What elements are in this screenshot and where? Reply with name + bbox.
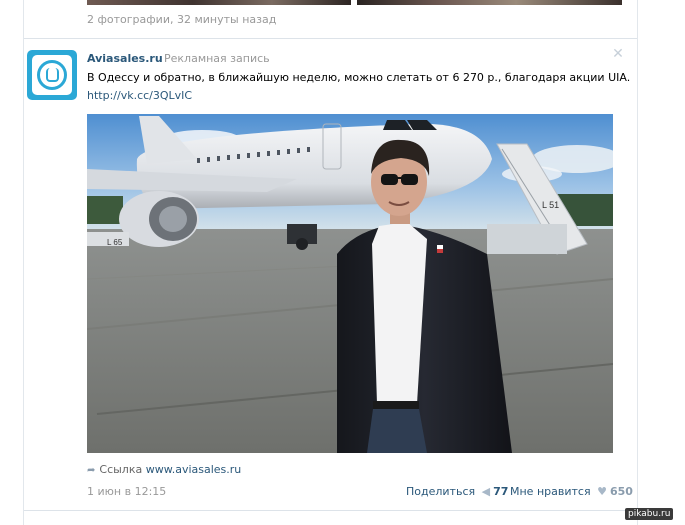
watermark: pikabu.ru [625, 508, 674, 520]
attachment-prefix: Ссылка [99, 463, 143, 476]
heart-icon: ♥ [597, 485, 607, 498]
vehicle-label: L 65 [107, 238, 123, 247]
previous-post-photo[interactable] [357, 0, 622, 5]
like-button[interactable]: Мне нравится ♥ 650 [510, 485, 633, 498]
share-label[interactable]: Поделиться [406, 485, 475, 498]
post-text: В Одессу и обратно, в ближайшую неделю, … [87, 71, 631, 84]
aviasales-avatar[interactable] [27, 50, 77, 100]
page-left-border [23, 0, 24, 525]
share-count: 77 [493, 485, 509, 498]
post-date[interactable]: 1 июн в 12:15 [87, 485, 166, 498]
share-button[interactable]: Поделиться ◀ 77 [406, 485, 508, 498]
close-icon[interactable]: ✕ [612, 47, 624, 61]
post-divider [24, 38, 637, 39]
like-label[interactable]: Мне нравится [510, 485, 591, 498]
previous-post-meta[interactable]: 2 фотографии, 32 минуты назад [87, 13, 276, 26]
post-author[interactable]: Aviasales.ru [87, 52, 163, 65]
post-photo[interactable]: L 51 L 65 [87, 114, 613, 453]
aviasales-logo-icon [32, 55, 72, 95]
post-link[interactable]: http://vk.cc/3QLvIC [87, 89, 192, 102]
ad-label: Рекламная запись [164, 52, 270, 65]
like-count: 650 [609, 485, 633, 498]
page-right-border [637, 0, 638, 525]
stairs-label: L 51 [542, 200, 559, 210]
link-arrow-icon: ➦ [87, 465, 96, 476]
megaphone-icon: ◀ [481, 485, 491, 498]
photo-scene: L 51 L 65 [87, 114, 613, 453]
previous-post-photo[interactable] [87, 0, 351, 5]
attachment-url[interactable]: www.aviasales.ru [146, 463, 242, 476]
post-divider [24, 510, 637, 511]
attachment-link-row: ➦ Ссылка www.aviasales.ru [87, 463, 241, 476]
